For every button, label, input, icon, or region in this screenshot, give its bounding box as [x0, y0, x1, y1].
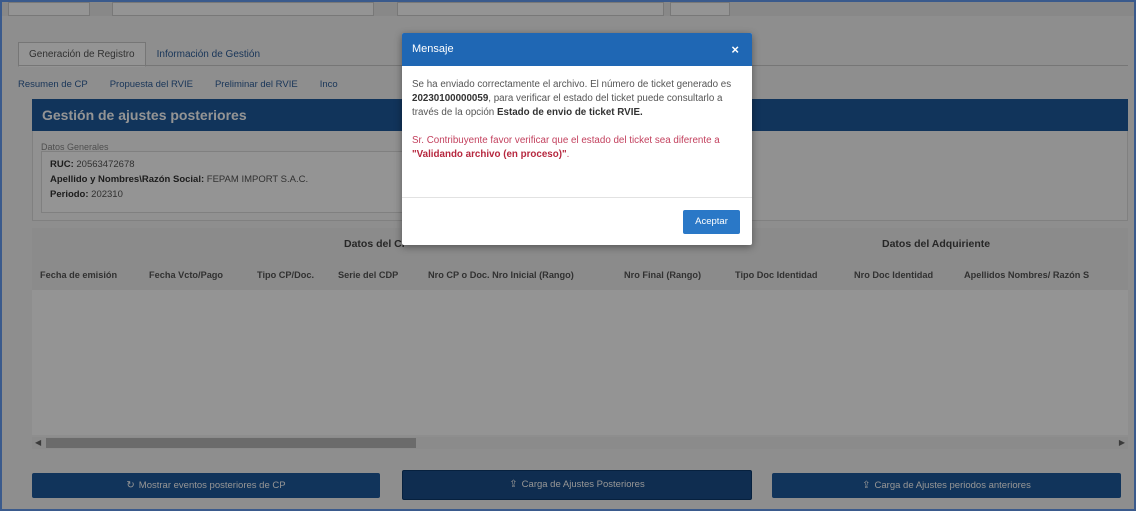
dialog-warning: Sr. Contribuyente favor verificar que el…: [412, 134, 740, 162]
dialog-body: Se ha enviado correctamente el archivo. …: [402, 66, 752, 162]
close-icon[interactable]: ×: [731, 33, 739, 66]
warning-status: "Validando archivo (en proceso)": [412, 149, 567, 160]
dialog-header: Mensaje ×: [402, 33, 752, 66]
warning-text: Sr. Contribuyente favor verificar que el…: [412, 135, 720, 146]
message-text: Se ha enviado correctamente el archivo. …: [412, 79, 732, 90]
app-frame: Generación de Registro Información de Ge…: [0, 0, 1136, 511]
ticket-number: 20230100000059: [412, 93, 489, 104]
accept-button[interactable]: Aceptar: [683, 210, 740, 234]
message-dialog: Mensaje × Se ha enviado correctamente el…: [402, 33, 752, 245]
dialog-footer: Aceptar: [402, 197, 752, 246]
warning-text: .: [566, 149, 570, 160]
dialog-message: Se ha enviado correctamente el archivo. …: [412, 78, 740, 120]
dialog-title: Mensaje: [412, 43, 454, 55]
ticket-status-option: Estado de envio de ticket RVIE.: [496, 107, 643, 118]
